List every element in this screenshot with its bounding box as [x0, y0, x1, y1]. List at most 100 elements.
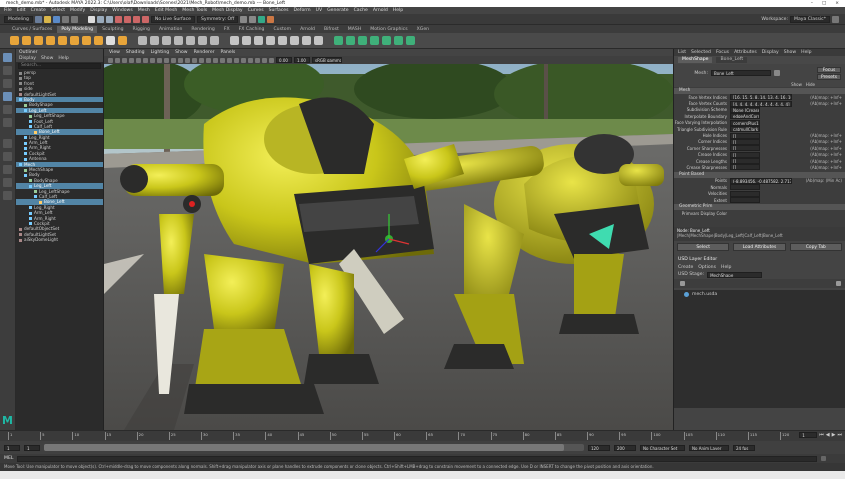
- combine-icon[interactable]: [138, 36, 147, 45]
- range-slider-bar[interactable]: [44, 444, 584, 451]
- attr-value-field[interactable]: []: [730, 132, 760, 139]
- shelf-tab-bifrost[interactable]: Bifrost: [319, 26, 343, 33]
- go-to-start-icon[interactable]: ⏮: [819, 432, 824, 438]
- layer-name[interactable]: mech.usda: [692, 292, 717, 297]
- menu-select[interactable]: Select: [51, 8, 65, 13]
- viewport-menu-panels[interactable]: Panels: [221, 50, 236, 55]
- film-gate-icon[interactable]: [143, 57, 148, 63]
- wireframe-icon[interactable]: [185, 57, 190, 63]
- menu-create[interactable]: Create: [31, 8, 46, 13]
- lasso-tool-icon[interactable]: [3, 66, 12, 75]
- bookmark-icon[interactable]: [122, 57, 127, 63]
- shelf-tab-poly-modeling[interactable]: Poly Modeling: [57, 26, 98, 33]
- fps-dropdown[interactable]: 24 fps: [733, 444, 755, 451]
- start-time-field[interactable]: 1: [4, 444, 20, 451]
- viewport-menu-shading[interactable]: Shading: [126, 50, 145, 55]
- shelf-tab-custom[interactable]: Custom: [269, 26, 296, 33]
- attr-value-field[interactable]: [16, 15, 5, 8, 14, 13, 4, 16, 16, 24]: [730, 94, 792, 101]
- rotate-tool-icon[interactable]: [3, 105, 12, 114]
- shelf-tab-motion-graphics[interactable]: Motion Graphics: [366, 26, 412, 33]
- viewport-menu-lighting[interactable]: Lighting: [151, 50, 170, 55]
- render-settings-icon[interactable]: [258, 15, 266, 23]
- bridge-icon[interactable]: [242, 36, 251, 45]
- snap-curve-icon[interactable]: [123, 15, 131, 23]
- ipr-icon[interactable]: [249, 15, 257, 23]
- menu-edit[interactable]: Edit: [17, 8, 26, 13]
- maximize-button[interactable]: □: [822, 1, 826, 6]
- gamma-field[interactable]: 1.00: [294, 57, 310, 63]
- script-editor-icon[interactable]: [821, 456, 827, 461]
- show-button[interactable]: Show: [791, 82, 802, 87]
- shadows-icon[interactable]: [220, 57, 225, 63]
- shelf-tab-fx-caching[interactable]: FX Caching: [234, 26, 269, 33]
- outliner-search-input[interactable]: Search...: [18, 63, 101, 69]
- attr-value-field[interactable]: [730, 190, 760, 197]
- wireframe-on-shaded-icon[interactable]: [199, 57, 204, 63]
- shelf-tab-mash[interactable]: MASH: [343, 26, 366, 33]
- range-start-field[interactable]: 1: [24, 444, 40, 451]
- script-language-label[interactable]: MEL: [4, 456, 13, 461]
- arrow-icon[interactable]: [774, 70, 780, 76]
- character-set-dropdown[interactable]: No Character Set: [640, 444, 685, 451]
- workspace-dropdown[interactable]: Maya Classic*: [790, 15, 830, 23]
- boolean-intersect-icon[interactable]: [198, 36, 207, 45]
- bevel-icon[interactable]: [254, 36, 263, 45]
- shelf-tab-xgen[interactable]: XGen: [412, 26, 434, 33]
- live-surface-field[interactable]: No Live Surface: [150, 15, 195, 23]
- poly-cone-icon[interactable]: [46, 36, 55, 45]
- ae-menu-attributes[interactable]: Attributes: [734, 49, 757, 56]
- select-button[interactable]: Select: [677, 243, 730, 251]
- unfold-icon[interactable]: [394, 36, 403, 45]
- single-pane-icon[interactable]: [3, 139, 12, 148]
- separate-icon[interactable]: [150, 36, 159, 45]
- outliner-item[interactable]: aiSkyDomeLight: [16, 237, 103, 242]
- new-scene-icon[interactable]: [34, 15, 42, 23]
- mirror-icon[interactable]: [210, 36, 219, 45]
- attr-value-field[interactable]: []: [730, 158, 760, 165]
- menu-display[interactable]: Display: [90, 8, 107, 13]
- camera-icon[interactable]: [108, 57, 113, 63]
- viewport-menu-show[interactable]: Show: [175, 50, 187, 55]
- poly-disc-icon[interactable]: [82, 36, 91, 45]
- tab-bone-left[interactable]: Bone_Left: [716, 57, 748, 63]
- attr-value-field[interactable]: []: [730, 164, 760, 171]
- ae-menu-focus[interactable]: Focus: [716, 49, 729, 56]
- load-attributes-button[interactable]: Load Attributes: [733, 243, 786, 251]
- color-space-dropdown[interactable]: sRGB gamma: [312, 57, 342, 63]
- attr-value-field[interactable]: (-8.893456, -0.487582, 2.717541), (8.93.…: [730, 177, 792, 184]
- isolate-select-icon[interactable]: [248, 57, 253, 63]
- quad-draw-icon[interactable]: [314, 36, 323, 45]
- focus-button[interactable]: Focus: [817, 66, 841, 73]
- svg-icon[interactable]: [118, 36, 127, 45]
- menu-curves[interactable]: Curves: [248, 8, 264, 13]
- exposure-field[interactable]: 0.00: [276, 57, 292, 63]
- scale-tool-icon[interactable]: [3, 118, 12, 127]
- xray-icon[interactable]: [255, 57, 260, 63]
- step-back-icon[interactable]: ◀: [826, 432, 830, 438]
- xray-components-icon[interactable]: [269, 57, 274, 63]
- attr-value-field[interactable]: []: [730, 138, 760, 145]
- snap-grid-icon[interactable]: [114, 15, 122, 23]
- textured-icon[interactable]: [206, 57, 211, 63]
- mesh-name-field[interactable]: Bone_Left: [711, 70, 771, 76]
- delete-layer-icon[interactable]: [836, 281, 841, 286]
- poly-sphere-icon[interactable]: [10, 36, 19, 45]
- uv-editor-icon[interactable]: [334, 36, 343, 45]
- command-input[interactable]: [17, 455, 818, 462]
- menu-mesh-tools[interactable]: Mesh Tools: [182, 8, 207, 13]
- outliner-menu-help[interactable]: Help: [58, 56, 68, 62]
- menu-file[interactable]: File: [4, 8, 12, 13]
- menu-arnold[interactable]: Arnold: [373, 8, 388, 13]
- ambient-occlusion-icon[interactable]: [227, 57, 232, 63]
- platonic-icon[interactable]: [94, 36, 103, 45]
- hypershade-layout-icon[interactable]: [3, 191, 12, 200]
- select-hierarchy-icon[interactable]: [87, 15, 95, 23]
- attr-value-field[interactable]: [730, 184, 760, 191]
- shelf-tab-animation[interactable]: Animation: [154, 26, 187, 33]
- layout-uv-icon[interactable]: [406, 36, 415, 45]
- boolean-difference-icon[interactable]: [186, 36, 195, 45]
- safe-title-icon[interactable]: [178, 57, 183, 63]
- menu-deform[interactable]: Deform: [294, 8, 311, 13]
- attr-value-field[interactable]: catmullClark: [730, 126, 760, 133]
- symmetry-dropdown[interactable]: Symmetry: Off: [196, 15, 239, 23]
